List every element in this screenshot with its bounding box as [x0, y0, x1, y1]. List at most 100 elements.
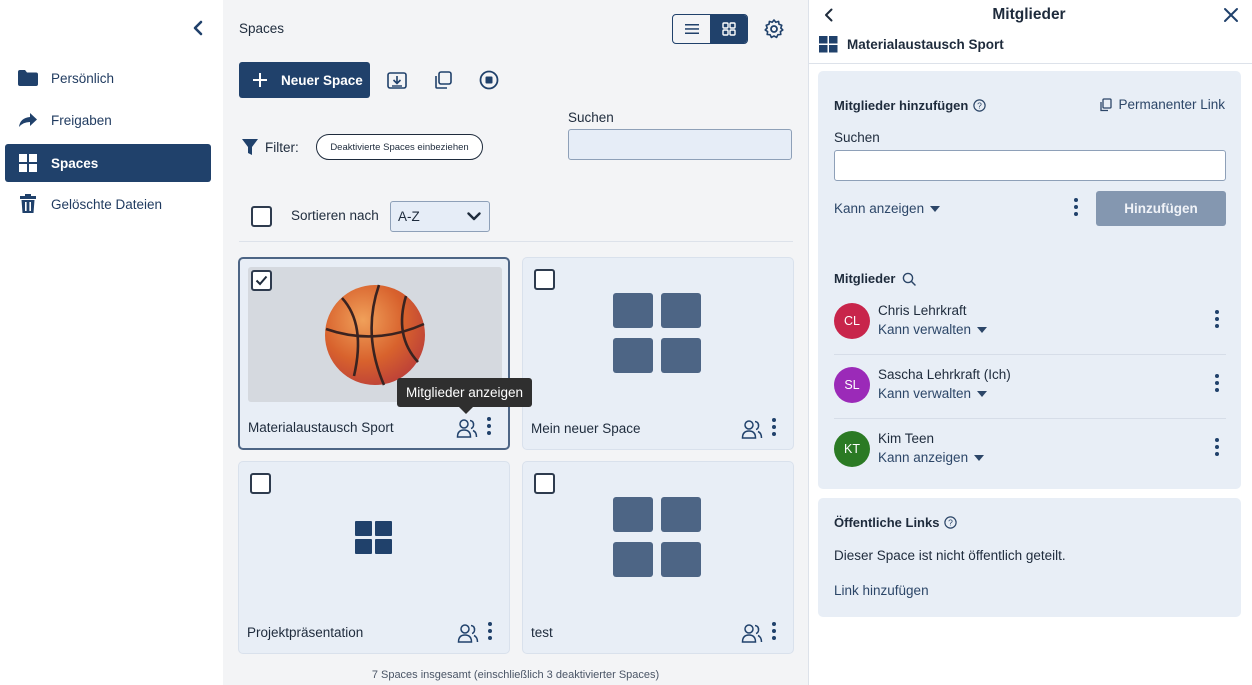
member-role: Kann verwalten: [878, 386, 972, 401]
copy-icon: [1100, 97, 1113, 111]
stop-circle-icon[interactable]: [478, 69, 500, 91]
member-row: CL Chris Lehrkraft Kann verwalten: [834, 303, 1226, 367]
tooltip: Mitglieder anzeigen: [397, 378, 533, 414]
space-checkbox[interactable]: [250, 473, 271, 494]
member-role: Kann verwalten: [878, 322, 972, 337]
divider: [834, 418, 1226, 419]
avatar: KT: [834, 431, 870, 467]
divider: [809, 63, 1252, 64]
help-icon[interactable]: ?: [944, 516, 958, 529]
search-icon[interactable]: [902, 272, 917, 286]
more-options-icon[interactable]: [1210, 310, 1224, 332]
panel-title: Mitglieder: [992, 6, 1066, 23]
public-links-box: Öffentliche Links ? Dieser Space ist nic…: [818, 498, 1241, 617]
space-checkbox[interactable]: [534, 269, 555, 290]
folder-icon: [5, 69, 51, 87]
more-options-icon[interactable]: [1210, 438, 1224, 460]
space-card[interactable]: Materialaustausch Sport: [238, 257, 510, 450]
more-options-icon[interactable]: [1210, 374, 1224, 396]
sidebar-item-label: Persönlich: [51, 70, 115, 86]
sidebar-item-spaces[interactable]: Spaces: [5, 144, 211, 182]
copy-icon[interactable]: [432, 69, 454, 91]
member-role-select[interactable]: Kann verwalten: [878, 386, 988, 401]
close-icon[interactable]: [1223, 7, 1239, 23]
space-name: Projektpräsentation: [247, 625, 364, 640]
list-icon: [684, 24, 699, 34]
member-role-select[interactable]: Kann anzeigen: [878, 450, 985, 465]
spaces-grid-icon: [531, 266, 785, 401]
member-name: Chris Lehrkraft: [878, 303, 967, 318]
members-icon[interactable]: [456, 417, 478, 439]
sidebar-item-label: Gelöschte Dateien: [51, 196, 163, 212]
tiles-icon: [721, 22, 736, 36]
filter-icon: [242, 138, 258, 156]
sidebar-item-label: Freigaben: [51, 112, 112, 128]
permanent-link-label: Permanenter Link: [1118, 97, 1225, 112]
avatar: CL: [834, 303, 870, 339]
spaces-grid-icon: [531, 470, 785, 605]
add-members-title: Mitglieder hinzufügen: [834, 98, 969, 113]
search-input[interactable]: [568, 129, 792, 160]
search-label: Suchen: [568, 110, 614, 125]
search-label: Suchen: [834, 130, 880, 145]
gear-icon[interactable]: [763, 18, 785, 40]
members-panel: Mitglieder Materialaustausch Sport Mitgl…: [808, 0, 1252, 685]
add-member-button[interactable]: Hinzufügen: [1096, 191, 1226, 226]
add-link-button[interactable]: Link hinzufügen: [834, 583, 929, 598]
new-space-label: Neuer Space: [281, 72, 363, 88]
members-heading: Mitglieder: [834, 271, 917, 286]
more-options-icon[interactable]: [483, 622, 497, 644]
member-role-select[interactable]: Kann verwalten: [878, 322, 988, 337]
tile-view-button[interactable]: [710, 15, 747, 43]
new-space-button[interactable]: Neuer Space: [239, 62, 370, 98]
space-checkbox[interactable]: [251, 270, 272, 291]
space-name: Materialaustausch Sport: [248, 420, 394, 435]
caret-down-icon: [977, 326, 988, 333]
sort-select[interactable]: A-Z: [390, 201, 490, 232]
member-row: SL Sascha Lehrkraft (Ich) Kann verwalten: [834, 367, 1226, 431]
space-card[interactable]: test: [522, 461, 794, 654]
download-icon[interactable]: [386, 69, 408, 91]
sidebar-item-persoenlich[interactable]: Persönlich: [5, 59, 211, 97]
select-all-checkbox[interactable]: [251, 206, 272, 227]
filter-label: Filter:: [265, 140, 299, 155]
list-view-button[interactable]: [673, 15, 710, 43]
add-members-heading: Mitglieder hinzufügen ?: [834, 98, 987, 113]
more-options-icon[interactable]: [482, 417, 496, 439]
sidebar-item-label: Spaces: [51, 155, 99, 171]
role-select[interactable]: Kann anzeigen: [834, 201, 941, 216]
more-options-icon[interactable]: [767, 622, 781, 644]
members-title: Mitglieder: [834, 271, 896, 286]
members-icon[interactable]: [457, 622, 479, 644]
help-icon[interactable]: ?: [973, 99, 987, 112]
plus-icon: [239, 73, 281, 87]
space-checkbox[interactable]: [534, 473, 555, 494]
space-card[interactable]: Mein neuer Space: [522, 257, 794, 450]
sidebar-item-geloeschte-dateien[interactable]: Gelöschte Dateien: [5, 185, 211, 223]
members-box: Mitglieder hinzufügen ? Permanenter Link…: [818, 71, 1241, 489]
public-links-status: Dieser Space ist nicht öffentlich geteil…: [834, 548, 1066, 563]
avatar: SL: [834, 367, 870, 403]
space-name: Mein neuer Space: [531, 421, 641, 436]
sidebar-item-freigaben[interactable]: Freigaben: [5, 101, 211, 139]
sort-label: Sortieren nach: [291, 208, 379, 223]
space-card[interactable]: Projektpräsentation: [238, 461, 510, 654]
view-toggle: [672, 14, 748, 44]
members-icon[interactable]: [741, 622, 763, 644]
sort-value: A-Z: [398, 209, 420, 224]
caret-down-icon: [977, 390, 988, 397]
permanent-link-button[interactable]: Permanenter Link: [1099, 97, 1225, 112]
more-options-icon[interactable]: [1069, 198, 1083, 220]
share-icon: [5, 112, 51, 128]
member-search-input[interactable]: [834, 150, 1226, 181]
members-icon[interactable]: [741, 418, 763, 440]
space-name: Materialaustausch Sport: [847, 37, 1004, 52]
include-deactivated-filter[interactable]: Deaktivierte Spaces einbeziehen: [316, 134, 483, 160]
role-select-value: Kann anzeigen: [834, 201, 925, 216]
member-name: Sascha Lehrkraft (Ich): [878, 367, 1011, 382]
more-options-icon[interactable]: [767, 418, 781, 440]
spaces-count-footer: 7 Spaces insgesamt (einschließlich 3 dea…: [371, 669, 660, 681]
spaces-grid-icon: [247, 470, 501, 605]
trash-icon: [5, 194, 51, 214]
collapse-sidebar-icon[interactable]: [190, 18, 208, 38]
